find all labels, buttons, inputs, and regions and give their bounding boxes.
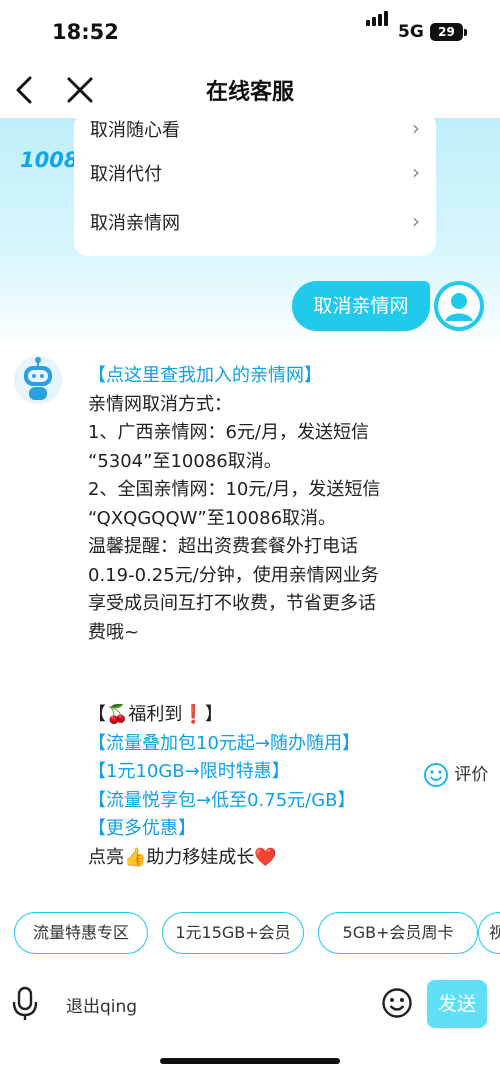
rate-label: 评价 [454, 765, 489, 785]
promo-message: 【🍒福利到❗】 【流量叠加包10元起→随办随用】 【1元10GB→限时特惠】 【… [88, 701, 408, 872]
quick-reply-chips: 流量特惠专区 1元15GB+会员 5GB+会员周卡 视 [0, 912, 500, 958]
rate-button[interactable]: 评价 [423, 760, 488, 788]
close-icon [67, 77, 93, 103]
back-arrow-icon [16, 76, 32, 104]
message-line: 亲情网取消方式： [88, 393, 232, 415]
message-line: “QXQGQQW”至10086取消。 [88, 507, 337, 529]
battery-tip [464, 29, 467, 36]
chat-area[interactable]: 10086 取消随心看 › 取消代付 › 取消亲情网 › 取消亲情网 【点这里查… [0, 118, 500, 908]
voice-input-button[interactable] [10, 986, 40, 1022]
battery-icon: 29 [430, 23, 463, 41]
chip-partial[interactable]: 视 [478, 912, 500, 954]
menu-item-cancel-suixinkan[interactable]: 取消随心看 › [90, 118, 420, 152]
message-line: 2、全国亲情网：10元/月，发送短信 [88, 479, 381, 500]
promo-link-data-pack[interactable]: 【流量悦享包→低至0.75元/GB】 [88, 787, 408, 816]
chip-1yuan-15gb[interactable]: 1元15GB+会员 [162, 912, 304, 954]
message-input[interactable]: 退出qing [66, 992, 137, 1017]
chip-data-offers[interactable]: 流量特惠专区 [14, 912, 148, 954]
menu-item-cancel-family-network[interactable]: 取消亲情网 › [90, 197, 420, 245]
message-line: “5304”至10086取消。 [88, 450, 282, 472]
chevron-right-icon: › [412, 209, 420, 233]
quick-menu-card: 取消随心看 › 取消代付 › 取消亲情网 › [74, 118, 436, 256]
menu-item-cancel-daifu[interactable]: 取消代付 › [90, 148, 420, 196]
bot-message: 【点这里查我加入的亲情网】 亲情网取消方式： 1、广西亲情网：6元/月，发送短信… [88, 362, 418, 647]
status-time: 18:52 [52, 20, 119, 44]
promo-header: 【🍒福利到❗】 [88, 704, 223, 725]
promo-link-data-addon[interactable]: 【流量叠加包10元起→随办随用】 [88, 730, 408, 759]
user-avatar[interactable] [434, 281, 484, 331]
chevron-right-icon: › [412, 118, 420, 140]
menu-item-label: 取消亲情网 [90, 213, 180, 234]
emoji-icon [382, 988, 412, 1018]
promo-link-1yuan-10gb[interactable]: 【1元10GB→限时特惠】 [88, 758, 408, 787]
my-family-network-link[interactable]: 【点这里查我加入的亲情网】 [88, 362, 418, 391]
home-indicator [160, 1058, 340, 1064]
back-button[interactable] [8, 72, 44, 108]
message-line: 温馨提醒：超出资费套餐外打电话 [88, 536, 358, 557]
menu-item-label: 取消随心看 [90, 120, 180, 141]
smiley-icon [424, 763, 448, 787]
send-button[interactable]: 发送 [427, 980, 487, 1028]
promo-link-more-offers[interactable]: 【更多优惠】 [88, 815, 408, 844]
status-bar: 18:52 5G 29 [0, 0, 500, 64]
message-line: 费哦~ [88, 621, 140, 643]
input-bar: 退出qing 发送 [0, 972, 500, 1038]
user-avatar-icon [438, 285, 480, 327]
microphone-icon [12, 986, 38, 1020]
robot-icon [24, 357, 52, 400]
bot-avatar [14, 356, 62, 404]
message-line: 享受成员间互打不收费，节省更多话 [88, 593, 376, 614]
chip-5gb-weekly[interactable]: 5GB+会员周卡 [318, 912, 478, 954]
user-message-bubble: 取消亲情网 [292, 281, 430, 331]
menu-item-label: 取消代付 [90, 164, 162, 185]
navigation-bar: 在线客服 [0, 64, 500, 118]
emoji-button[interactable] [381, 987, 413, 1019]
network-type: 5G [398, 22, 424, 42]
close-button[interactable] [62, 72, 98, 108]
promo-footer: 点亮👍助力移娃成长❤️ [88, 846, 277, 868]
message-line: 0.19-0.25元/分钟，使用亲情网业务 [88, 564, 379, 586]
chevron-right-icon: › [412, 160, 420, 184]
message-line: 1、广西亲情网：6元/月，发送短信 [88, 422, 369, 443]
